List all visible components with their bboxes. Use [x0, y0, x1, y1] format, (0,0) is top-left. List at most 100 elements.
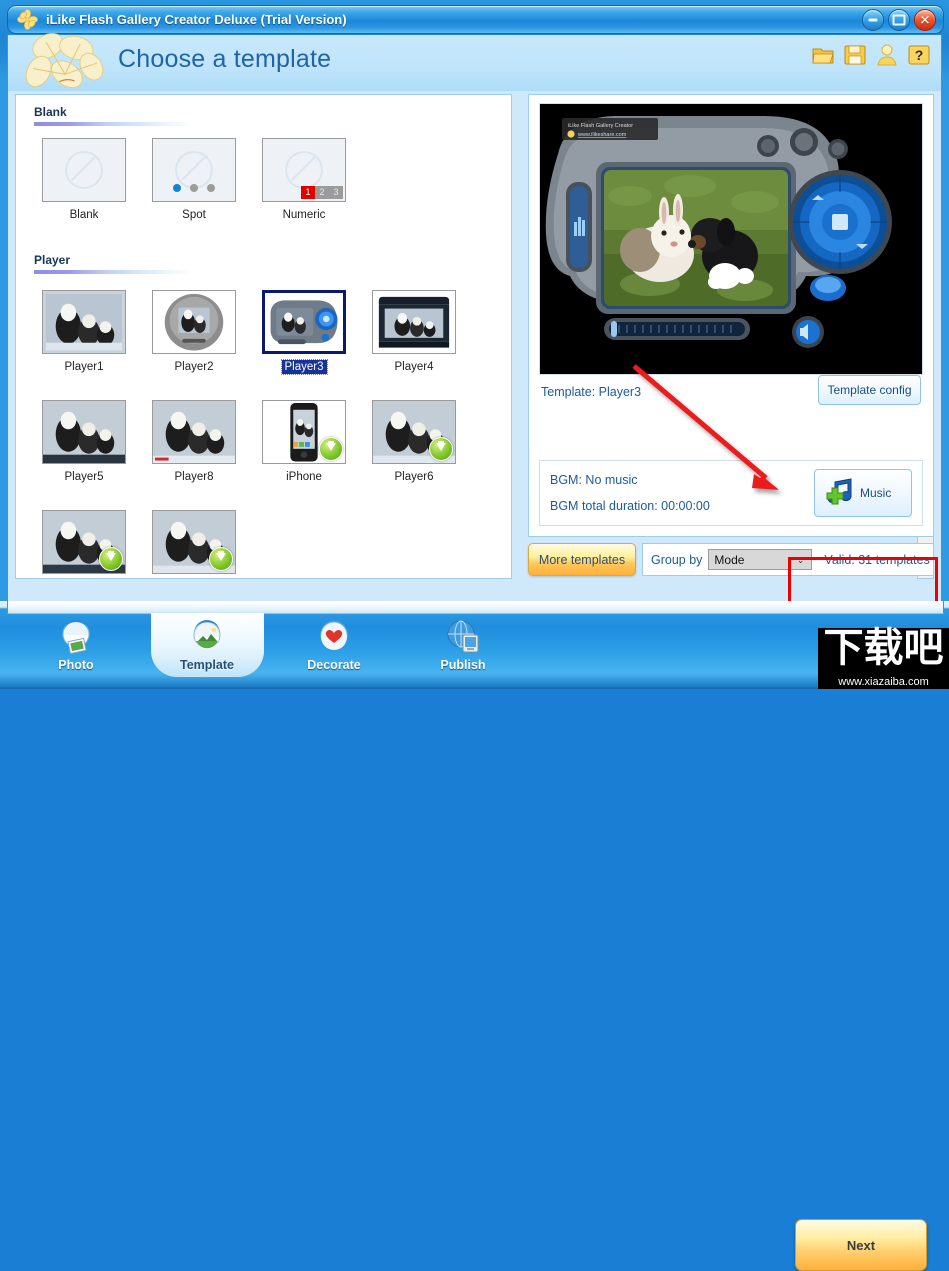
section-title-player: Player	[34, 253, 70, 267]
window-controls: ✕	[862, 9, 936, 31]
application-window: iLike Flash Gallery Creator Deluxe (Tria…	[0, 0, 949, 689]
app-logo-icon	[17, 9, 38, 30]
template-label: Numeric	[280, 208, 329, 222]
template-label: Blank	[67, 208, 102, 222]
nav-label-publish: Publish	[409, 658, 517, 672]
heart-globe-icon	[314, 617, 354, 657]
download-badge-icon	[209, 547, 233, 571]
nav-top-strip	[7, 601, 944, 614]
content-area: Blank Blank Spot	[7, 91, 942, 601]
template-thumbnail	[262, 290, 346, 354]
close-button[interactable]: ✕	[914, 9, 936, 31]
bgm-status-text: BGM: No music	[550, 473, 638, 487]
user-account-icon[interactable]	[875, 43, 899, 77]
template-tile-player8[interactable]: Player8	[146, 400, 242, 485]
open-folder-icon[interactable]	[811, 43, 835, 77]
template-thumbnail	[152, 400, 236, 464]
nav-item-template[interactable]: Template	[153, 615, 261, 681]
music-note-add-icon	[821, 477, 855, 509]
window-title: iLike Flash Gallery Creator Deluxe (Tria…	[46, 10, 347, 29]
bgm-duration-text: BGM total duration: 00:00:00	[550, 499, 710, 513]
page-title: Choose a template	[118, 45, 331, 74]
maximize-button[interactable]	[888, 9, 910, 31]
template-tile-player1[interactable]: Player1	[36, 290, 132, 375]
download-badge-icon	[319, 437, 343, 461]
template-thumbnail	[42, 290, 126, 354]
template-label: Player1	[62, 360, 107, 374]
spot-dots-indicator	[153, 184, 235, 192]
nav-label-template: Template	[153, 658, 261, 672]
nav-item-decorate[interactable]: Decorate	[280, 615, 388, 681]
template-thumbnail	[152, 510, 236, 574]
music-button-label: Music	[860, 486, 891, 500]
template-tile-numeric[interactable]: 1 2 3 Numeric	[256, 138, 352, 223]
header-toolbar: ?	[811, 43, 931, 77]
template-tile-iphone[interactable]: iPhone	[256, 400, 352, 485]
flower-decoration-icon	[16, 29, 114, 95]
close-icon: ✕	[920, 14, 931, 27]
next-button[interactable]: Next	[795, 1219, 927, 1271]
template-thumbnail	[152, 290, 236, 354]
nav-label-photo: Photo	[22, 658, 130, 672]
page-header: Choose a template	[7, 35, 942, 91]
minimize-button[interactable]	[862, 9, 884, 31]
group-by-row: Group by Mode ⌄ Valid: 31 templates	[642, 543, 934, 576]
template-tile-blank[interactable]: Blank	[36, 138, 132, 223]
save-icon[interactable]	[843, 43, 867, 77]
selected-template-name: Template: Player3	[541, 385, 641, 399]
template-thumbnail: 1 2 3	[262, 138, 346, 202]
numeric-pager-indicator: 1 2 3	[301, 186, 343, 199]
preview-watermark-line1: iLike Flash Gallery Creator	[568, 123, 633, 129]
template-label: Player3	[282, 360, 327, 374]
template-thumbnail	[372, 290, 456, 354]
no-content-icon	[65, 151, 103, 189]
no-content-icon	[285, 151, 323, 189]
template-thumbnail	[42, 400, 126, 464]
dogs-photo-thumb	[43, 291, 125, 353]
publish-globe-icon	[443, 617, 483, 657]
template-thumbnail	[262, 400, 346, 464]
more-templates-button[interactable]: More templates	[528, 543, 636, 576]
valid-templates-count: Valid: 31 templates	[824, 553, 929, 567]
nav-item-photo[interactable]: Photo	[22, 615, 130, 681]
dogs-photo-thumb	[373, 291, 455, 353]
template-thumbnail	[372, 400, 456, 464]
template-tile-row3-a[interactable]	[36, 510, 132, 574]
numeric-page-3: 3	[329, 186, 343, 199]
template-label: Spot	[179, 208, 209, 222]
maximize-icon	[893, 15, 906, 26]
dogs-photo-thumb	[43, 401, 125, 463]
bgm-panel: BGM: No music BGM total duration: 00:00:…	[539, 460, 923, 526]
numeric-page-1: 1	[301, 186, 315, 199]
music-button[interactable]: Music	[814, 469, 912, 517]
template-list: Blank Blank Spot	[16, 95, 494, 579]
template-tile-player3[interactable]: Player3	[256, 290, 352, 375]
chevron-down-icon: ⌄	[797, 555, 805, 566]
numeric-page-2: 2	[315, 186, 329, 199]
template-config-button[interactable]: Template config	[818, 375, 921, 405]
player-device-thumb	[265, 293, 343, 352]
svg-text:?: ?	[915, 47, 924, 63]
template-list-pane: Blank Blank Spot	[15, 94, 512, 579]
template-preview: iLike Flash Gallery Creator www.ilikesha…	[539, 103, 923, 375]
template-tile-player5[interactable]: Player5	[36, 400, 132, 485]
section-title-blank: Blank	[34, 105, 67, 119]
group-by-label: Group by	[651, 553, 702, 567]
help-icon[interactable]: ?	[907, 43, 931, 77]
section-divider-blank	[34, 122, 194, 126]
preview-watermark-line2: www.ilikeshare.com	[577, 132, 627, 138]
section-divider-player	[34, 270, 194, 274]
group-by-select[interactable]: Mode ⌄	[708, 549, 812, 570]
nav-item-publish[interactable]: Publish	[409, 615, 517, 681]
dogs-photo-thumb	[153, 401, 235, 463]
template-tile-player4[interactable]: Player4	[366, 290, 462, 375]
preview-pane: iLike Flash Gallery Creator www.ilikesha…	[528, 94, 934, 537]
template-tile-row3-b[interactable]	[146, 510, 242, 574]
title-bar: iLike Flash Gallery Creator Deluxe (Tria…	[7, 5, 944, 34]
template-label: Player4	[392, 360, 437, 374]
template-tile-player6[interactable]: Player6	[366, 400, 462, 485]
template-label: iPhone	[283, 470, 325, 484]
template-tile-player2[interactable]: Player2	[146, 290, 242, 375]
minimize-icon	[869, 19, 878, 22]
template-tile-spot[interactable]: Spot	[146, 138, 242, 223]
